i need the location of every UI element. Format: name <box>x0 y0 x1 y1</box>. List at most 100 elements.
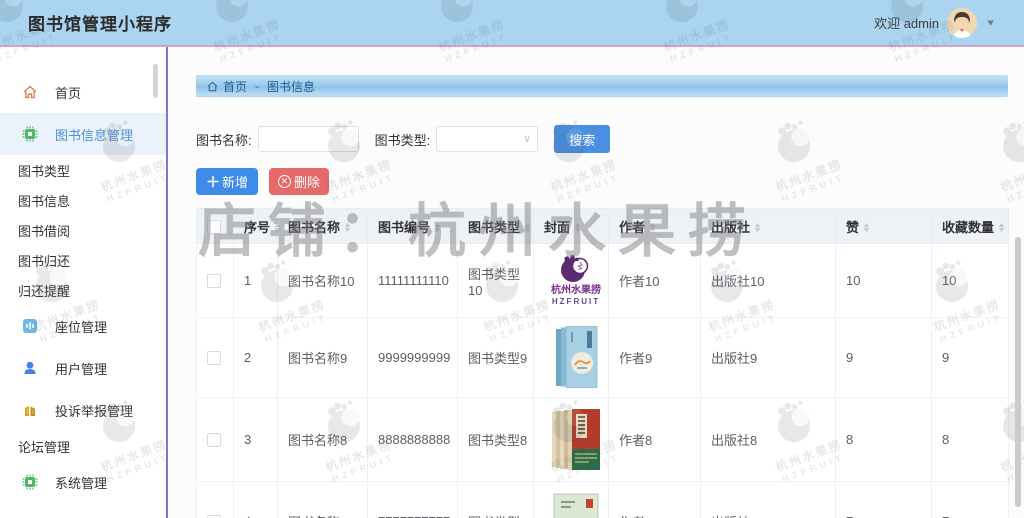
welcome-text: 欢迎 admin <box>874 16 940 31</box>
cell-favorites: 8 <box>931 397 1009 482</box>
cell-code: 9999999999 <box>367 317 458 398</box>
sidebar-item-label: 系统管理 <box>55 475 108 491</box>
cell-author: 作者8 <box>608 397 701 482</box>
cell-no: 2 <box>233 317 278 398</box>
cell-publisher: 出版社9 <box>700 317 836 398</box>
page-scrollbar[interactable] <box>1015 237 1021 507</box>
sidebar-item-6[interactable]: 归还提醒 <box>0 275 166 305</box>
column-header[interactable]: 作者 ▲ ▼ <box>608 208 701 244</box>
sort-carets-icon[interactable]: ▲ ▼ <box>862 222 871 234</box>
cell-cover <box>533 317 609 398</box>
column-header[interactable]: 图书编号 ▲ ▼ <box>367 208 458 244</box>
column-header[interactable]: 收藏数量 ▲ ▼ <box>931 208 1009 244</box>
book-name-input[interactable] <box>257 126 359 152</box>
cell-no: 3 <box>233 397 278 482</box>
app-window: 图书馆管理小程序 欢迎 admin ▼ 首页 图书信息管理 图书类型 图书信息 图书借阅… <box>0 0 1024 518</box>
delete-circle-icon: ✕ <box>278 175 292 188</box>
sidebar-menu: 首页图书信息管理图书类型图书信息图书借阅 图书归还 归还提醒 座位管理 用户管理 投诉举报… <box>0 71 166 503</box>
sidebar-item-10[interactable]: 论坛管理 <box>0 431 166 461</box>
cell-publisher: 出版社8 <box>700 397 836 482</box>
action-buttons: ＋新增 ✕ 删除 <box>196 168 1024 195</box>
table-row: 1 图书名称10 11111111110 图书类型10 杭州水果捞 HZFRUIT 作者10… <box>196 243 1009 318</box>
row-checkbox[interactable] <box>207 433 221 448</box>
search-button[interactable]: 搜索 <box>554 125 611 153</box>
table-row: 4图书名称77777777777图书类型7作者7出版社777 <box>196 481 1009 518</box>
column-header-label: 序号 <box>244 219 271 235</box>
cell-favorites: 10 <box>931 243 1009 318</box>
breadcrumb-home-icon <box>207 81 218 91</box>
sort-carets-icon[interactable]: ▲ ▼ <box>997 222 1006 234</box>
add-button[interactable]: ＋新增 <box>196 168 259 195</box>
column-header-label: 图书类型 <box>468 219 521 235</box>
blue-book-cover[interactable] <box>544 325 608 390</box>
book-type-select[interactable]: ∨ <box>436 126 539 152</box>
sort-carets-icon[interactable]: ▲ ▼ <box>343 222 352 234</box>
sidebar-item-label: 图书信息 <box>18 193 71 209</box>
sidebar-scrollbar[interactable] <box>153 64 158 98</box>
green-book-cover[interactable] <box>544 492 608 518</box>
sort-carets-icon[interactable]: ▲ ▼ <box>753 222 762 234</box>
row-checkbox[interactable] <box>207 274 221 289</box>
select-all-checkbox[interactable] <box>207 219 221 234</box>
chevron-down-icon[interactable]: ▼ <box>985 18 996 28</box>
cell-code: 8888888888 <box>367 397 458 482</box>
cell-type: 图书类型8 <box>457 397 534 482</box>
breadcrumb-home[interactable]: 首页 <box>223 78 247 95</box>
column-header[interactable]: 图书名称 ▲ ▼ <box>277 208 368 244</box>
avatar[interactable] <box>947 7 978 38</box>
column-header[interactable]: 图书类型 ▲ ▼ <box>457 208 534 244</box>
sidebar-item-3[interactable]: 图书信息 <box>0 185 166 215</box>
sidebar-item-7[interactable]: 座位管理 <box>0 305 166 347</box>
table-row: 3 图书名称8 8888888888 图书类型8 作者8 出版社8 8 8 <box>196 397 1009 482</box>
sidebar-item-1[interactable]: 图书信息管理 <box>0 113 166 155</box>
sort-carets-icon[interactable]: ▲ ▼ <box>648 222 657 234</box>
avatar-face <box>947 7 978 38</box>
book-name-label: 图书名称: <box>196 132 252 148</box>
chip-icon <box>22 474 38 490</box>
column-header[interactable]: 出版社 ▲ ▼ <box>700 208 836 244</box>
sidebar-item-label: 图书类型 <box>18 163 71 179</box>
seat-icon <box>22 318 38 334</box>
cell-favorites: 9 <box>931 317 1009 398</box>
top-header: 图书馆管理小程序 欢迎 admin ▼ <box>0 0 1024 45</box>
cell-cover <box>533 481 609 518</box>
sidebar-item-0[interactable]: 首页 <box>0 71 166 113</box>
column-header[interactable]: 赞 ▲ ▼ <box>835 208 932 244</box>
home-icon <box>22 84 38 100</box>
column-header-label: 封面 <box>544 219 571 235</box>
sidebar-item-label: 首页 <box>55 85 82 101</box>
row-select-cell <box>196 397 234 482</box>
cell-author: 作者7 <box>608 481 701 518</box>
sidebar-item-5[interactable]: 图书归还 <box>0 245 166 275</box>
cell-no: 4 <box>233 481 278 518</box>
sidebar-item-2[interactable]: 图书类型 <box>0 155 166 185</box>
main-content: 首页 - 图书信息 图书名称: 图书类型: ∨ 搜索 ＋新增 ✕ 删除 序号 ▲… <box>170 47 1024 518</box>
sort-carets-icon[interactable]: ▲ ▼ <box>573 222 582 234</box>
sort-carets-icon[interactable]: ▲ ▼ <box>273 222 282 234</box>
sidebar: 首页图书信息管理图书类型图书信息图书借阅 图书归还 归还提醒 座位管理 用户管理 投诉举报… <box>0 47 168 518</box>
select-chevron-icon: ∨ <box>523 133 532 145</box>
cell-name: 图书名称9 <box>277 317 368 398</box>
breadcrumb-separator: - <box>255 79 260 93</box>
red-book-set-cover[interactable] <box>544 408 608 472</box>
cell-type: 图书类型9 <box>457 317 534 398</box>
sidebar-item-9[interactable]: 投诉举报管理 <box>0 389 166 431</box>
table-header-row: 序号 ▲ ▼ 图书名称 ▲ ▼ 图书编号 ▲ ▼ 图书类型 ▲ ▼ 封面 ▲ ▼ 作者 ▲ ▼ 出版社 ▲ ▼ 赞 ▲ ▼ 收藏… <box>196 208 1009 244</box>
sort-carets-icon[interactable]: ▲ ▼ <box>523 222 532 234</box>
row-checkbox[interactable] <box>207 351 221 366</box>
column-header-label: 图书名称 <box>288 219 341 235</box>
sort-carets-icon[interactable]: ▲ ▼ <box>433 222 442 234</box>
row-select-cell <box>196 481 234 518</box>
column-header[interactable]: 序号 ▲ ▼ <box>233 208 282 244</box>
hzfruit-logo-cover[interactable]: 杭州水果捞 HZFRUIT <box>544 254 608 308</box>
column-header[interactable]: 封面 ▲ ▼ <box>533 208 609 244</box>
cell-type: 图书类型10 <box>457 243 534 318</box>
cell-author: 作者9 <box>608 317 701 398</box>
delete-button[interactable]: ✕ 删除 <box>269 168 330 195</box>
cell-favorites: 7 <box>931 481 1009 518</box>
column-header-label: 作者 <box>619 219 646 235</box>
row-select-cell <box>196 243 234 318</box>
sidebar-item-4[interactable]: 图书借阅 <box>0 215 166 245</box>
sidebar-item-11[interactable]: 系统管理 <box>0 461 166 503</box>
sidebar-item-8[interactable]: 用户管理 <box>0 347 166 389</box>
